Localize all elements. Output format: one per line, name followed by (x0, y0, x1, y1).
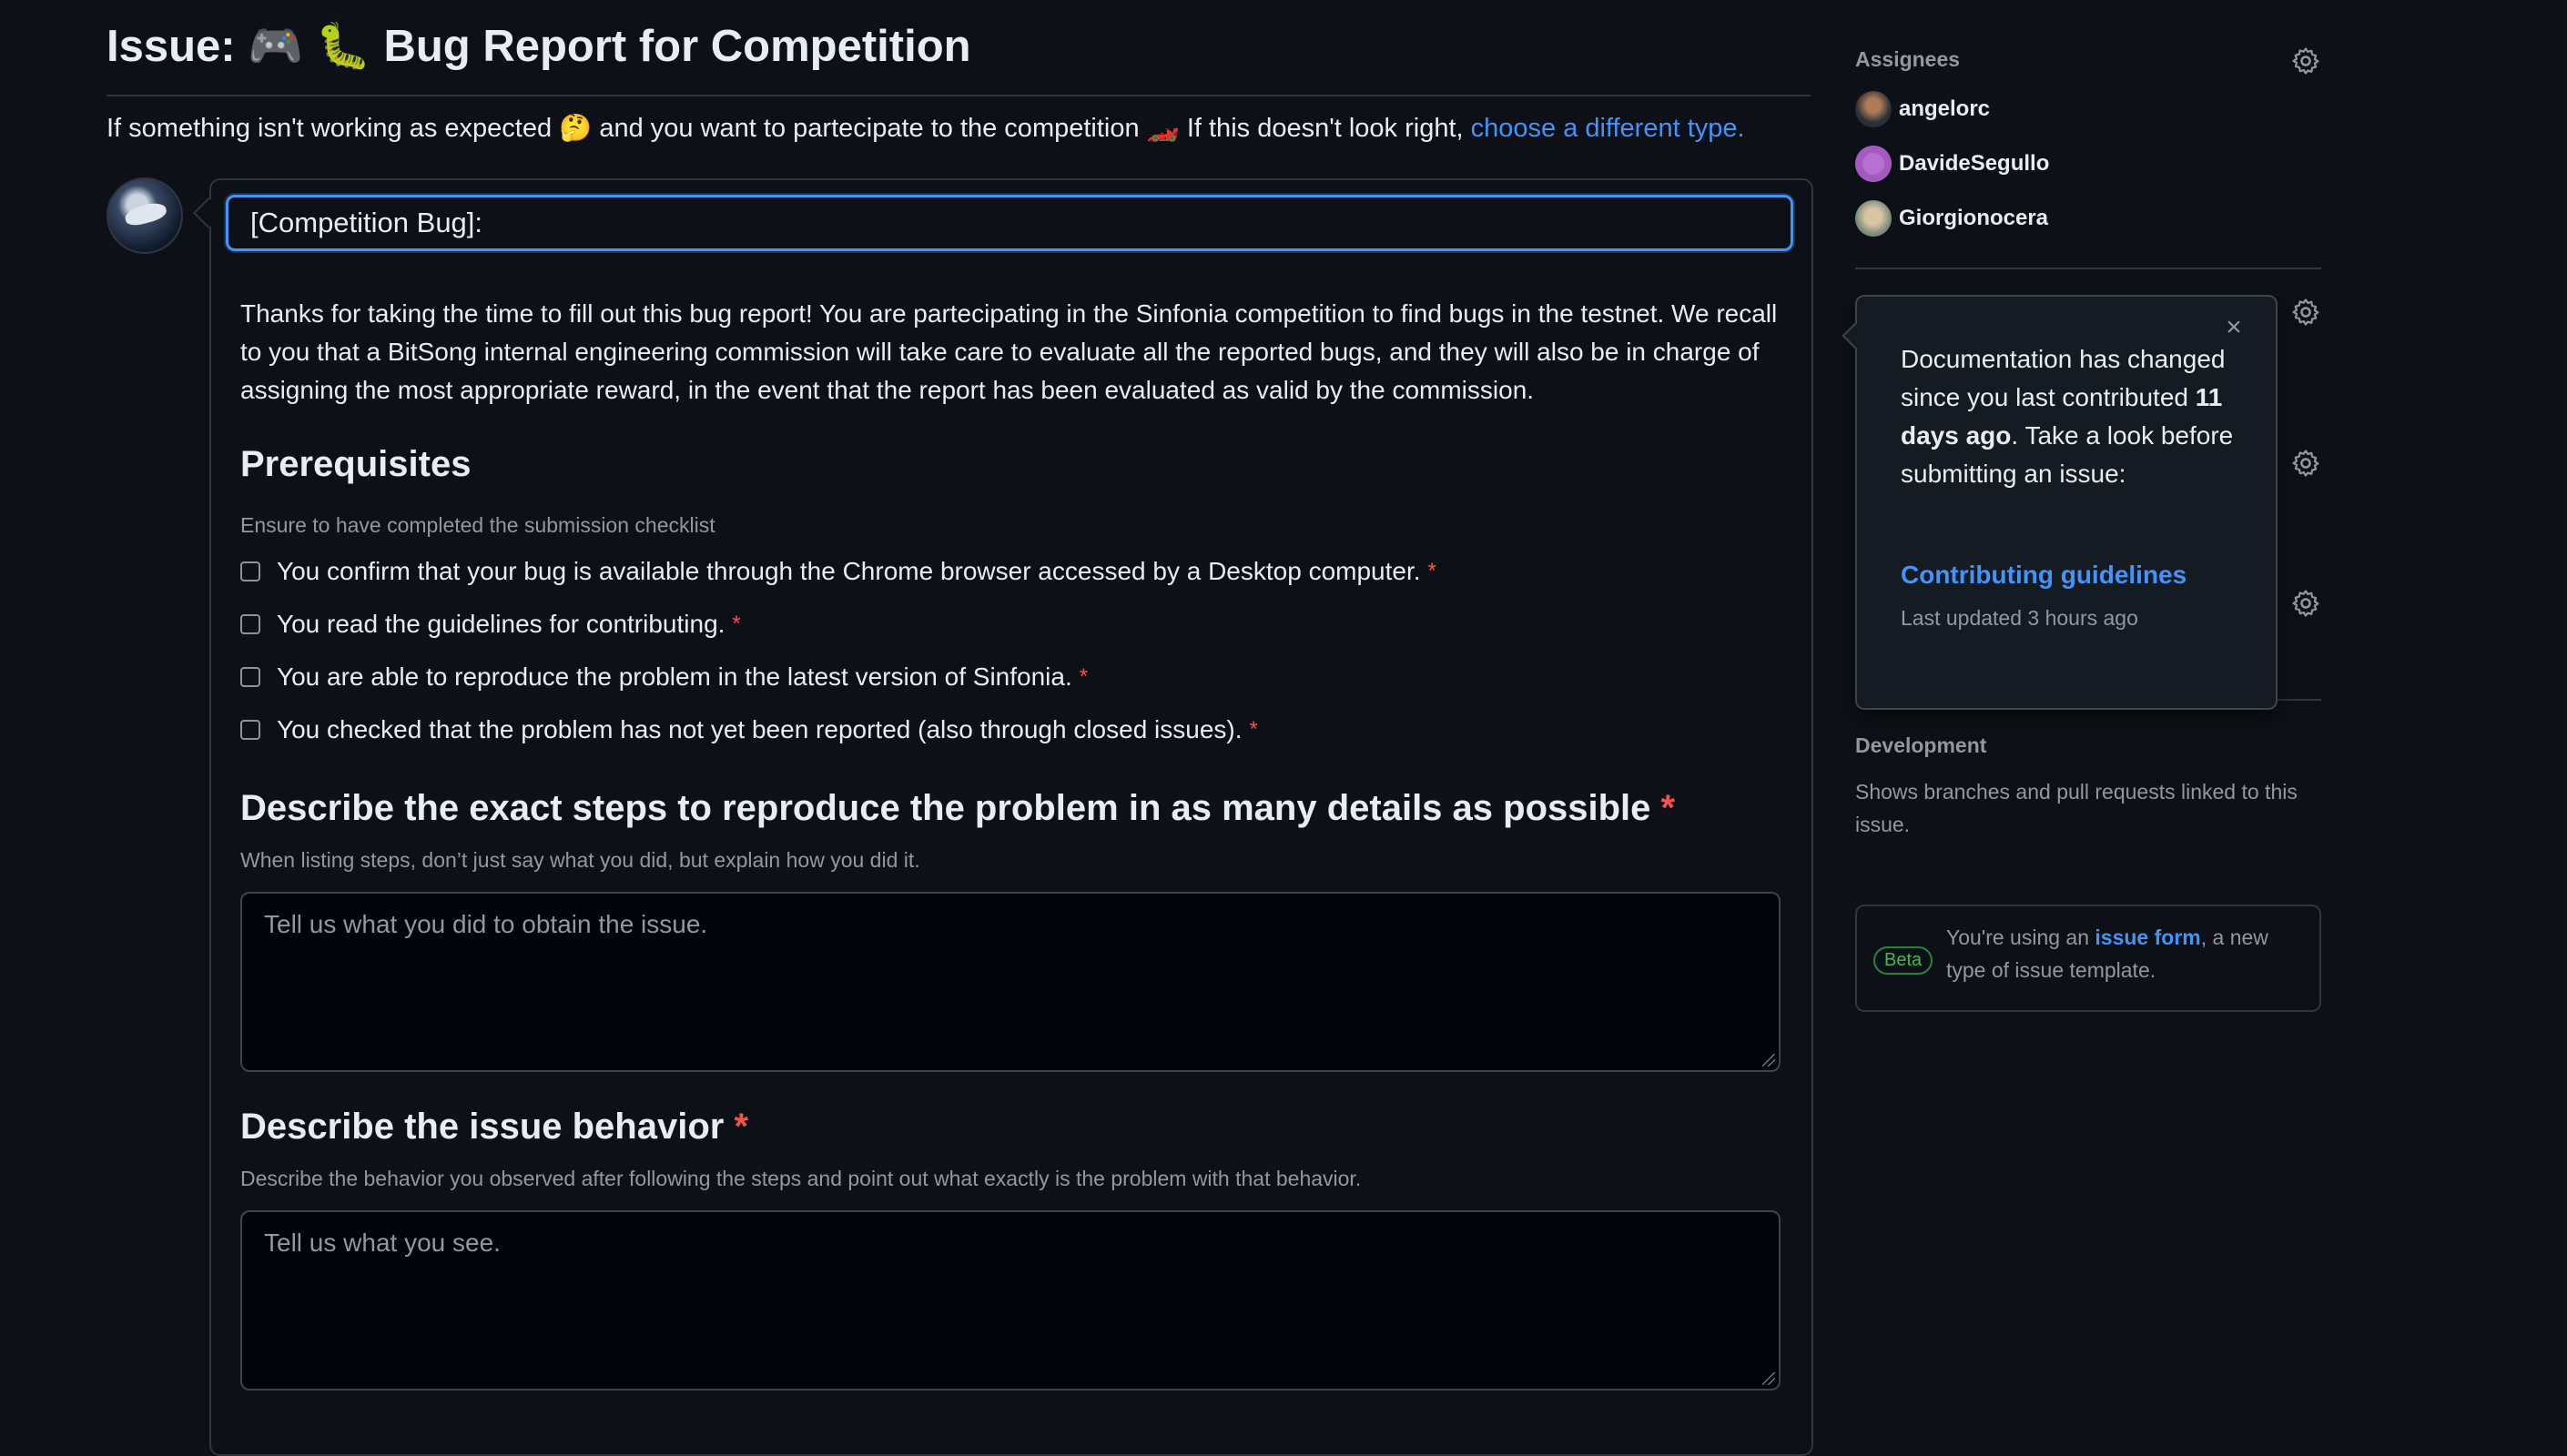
prerequisites-description: Ensure to have completed the submission … (240, 513, 715, 537)
steps-heading: Describe the exact steps to reproduce th… (240, 788, 1675, 829)
checkbox[interactable] (240, 614, 260, 634)
checklist-item: You are able to reproduce the problem in… (240, 662, 1088, 692)
checklist-item: You checked that the problem has not yet… (240, 715, 1258, 744)
avatar (1855, 200, 1892, 237)
assignee[interactable]: angelorc (1855, 91, 1990, 127)
popover-text-pre: Documentation has changed since you last… (1901, 345, 2226, 411)
issue-form-beta-notice: Beta You're using an issue form, a new t… (1855, 905, 2321, 1012)
development-label: Development (1855, 733, 1987, 757)
gear-icon[interactable] (2290, 588, 2321, 619)
required-marker: * (732, 612, 741, 636)
steps-heading-text: Describe the exact steps to reproduce th… (240, 788, 1651, 828)
beta-text-pre: You're using an (1946, 925, 2095, 949)
documentation-popover: × Documentation has changed since you la… (1842, 295, 2278, 710)
gear-icon[interactable] (2290, 46, 2321, 76)
required-marker: * (1079, 664, 1089, 689)
beta-badge: Beta (1873, 946, 1933, 975)
checklist-item: You confirm that your bug is available t… (240, 557, 1436, 586)
behavior-description: Describe the behavior you observed after… (240, 1167, 1362, 1190)
development-text: Shows branches and pull requests linked … (1855, 780, 2298, 836)
required-marker: * (1427, 559, 1436, 583)
prerequisites-heading: Prerequisites (240, 444, 472, 484)
template-subtitle: If something isn't working as expected 🤔… (107, 113, 1745, 144)
avatar (1855, 91, 1892, 127)
behavior-placeholder: Tell us what you see. (264, 1228, 501, 1257)
gear-icon[interactable] (2290, 297, 2321, 328)
steps-description: When listing steps, don’t just say what … (240, 848, 920, 872)
page-title: Issue: 🎮 🐛 Bug Report for Competition (107, 22, 971, 71)
checklist-item: You read the guidelines for contributing… (240, 610, 741, 639)
required-marker: * (1660, 788, 1676, 828)
behavior-textarea[interactable]: Tell us what you see. (240, 1210, 1781, 1390)
checkbox[interactable] (240, 561, 260, 581)
resize-handle[interactable] (1762, 1054, 1775, 1067)
close-icon[interactable]: × (2217, 311, 2250, 344)
steps-placeholder: Tell us what you did to obtain the issue… (264, 910, 708, 938)
assignee[interactable]: DavideSegullo (1855, 146, 2049, 182)
choose-different-type-link[interactable]: choose a different type. (1471, 114, 1745, 143)
beta-text: You're using an issue form, a new type o… (1946, 921, 2310, 986)
assignees-label: Assignees (1855, 47, 1961, 71)
required-marker: * (734, 1107, 749, 1147)
popover-text: Documentation has changed since you last… (1901, 340, 2237, 493)
subtitle-text: If something isn't working as expected 🤔… (107, 114, 1471, 143)
user-avatar (107, 177, 183, 254)
behavior-heading: Describe the issue behavior * (240, 1107, 748, 1148)
checkbox-label: You read the guidelines for contributing… (277, 610, 725, 638)
checkbox-label: You checked that the problem has not yet… (277, 715, 1243, 743)
sidebar-divider (1855, 268, 2321, 269)
checkbox[interactable] (240, 720, 260, 740)
gear-icon[interactable] (2290, 448, 2321, 479)
avatar (1855, 146, 1892, 182)
resize-handle[interactable] (1762, 1372, 1775, 1385)
last-updated-text: Last updated 3 hours ago (1901, 606, 2138, 630)
title-divider (107, 95, 1811, 96)
steps-textarea[interactable]: Tell us what you did to obtain the issue… (240, 892, 1781, 1072)
issue-form-link[interactable]: issue form (2095, 925, 2200, 949)
checkbox[interactable] (240, 667, 260, 687)
assignee-name: Giorgionocera (1899, 206, 2049, 230)
contributing-guidelines-link[interactable]: Contributing guidelines (1901, 561, 2187, 590)
popover-caret (1842, 321, 1871, 350)
required-marker: * (1249, 717, 1258, 742)
assignee[interactable]: Giorgionocera (1855, 200, 2048, 237)
assignee-name: angelorc (1899, 96, 1991, 121)
checkbox-label: You confirm that your bug is available t… (277, 557, 1421, 585)
behavior-heading-text: Describe the issue behavior (240, 1107, 725, 1147)
checkbox-label: You are able to reproduce the problem in… (277, 662, 1072, 691)
issue-title-input[interactable] (226, 195, 1793, 251)
assignee-name: DavideSegullo (1899, 151, 2050, 176)
form-intro: Thanks for taking the time to fill out t… (240, 299, 1778, 404)
